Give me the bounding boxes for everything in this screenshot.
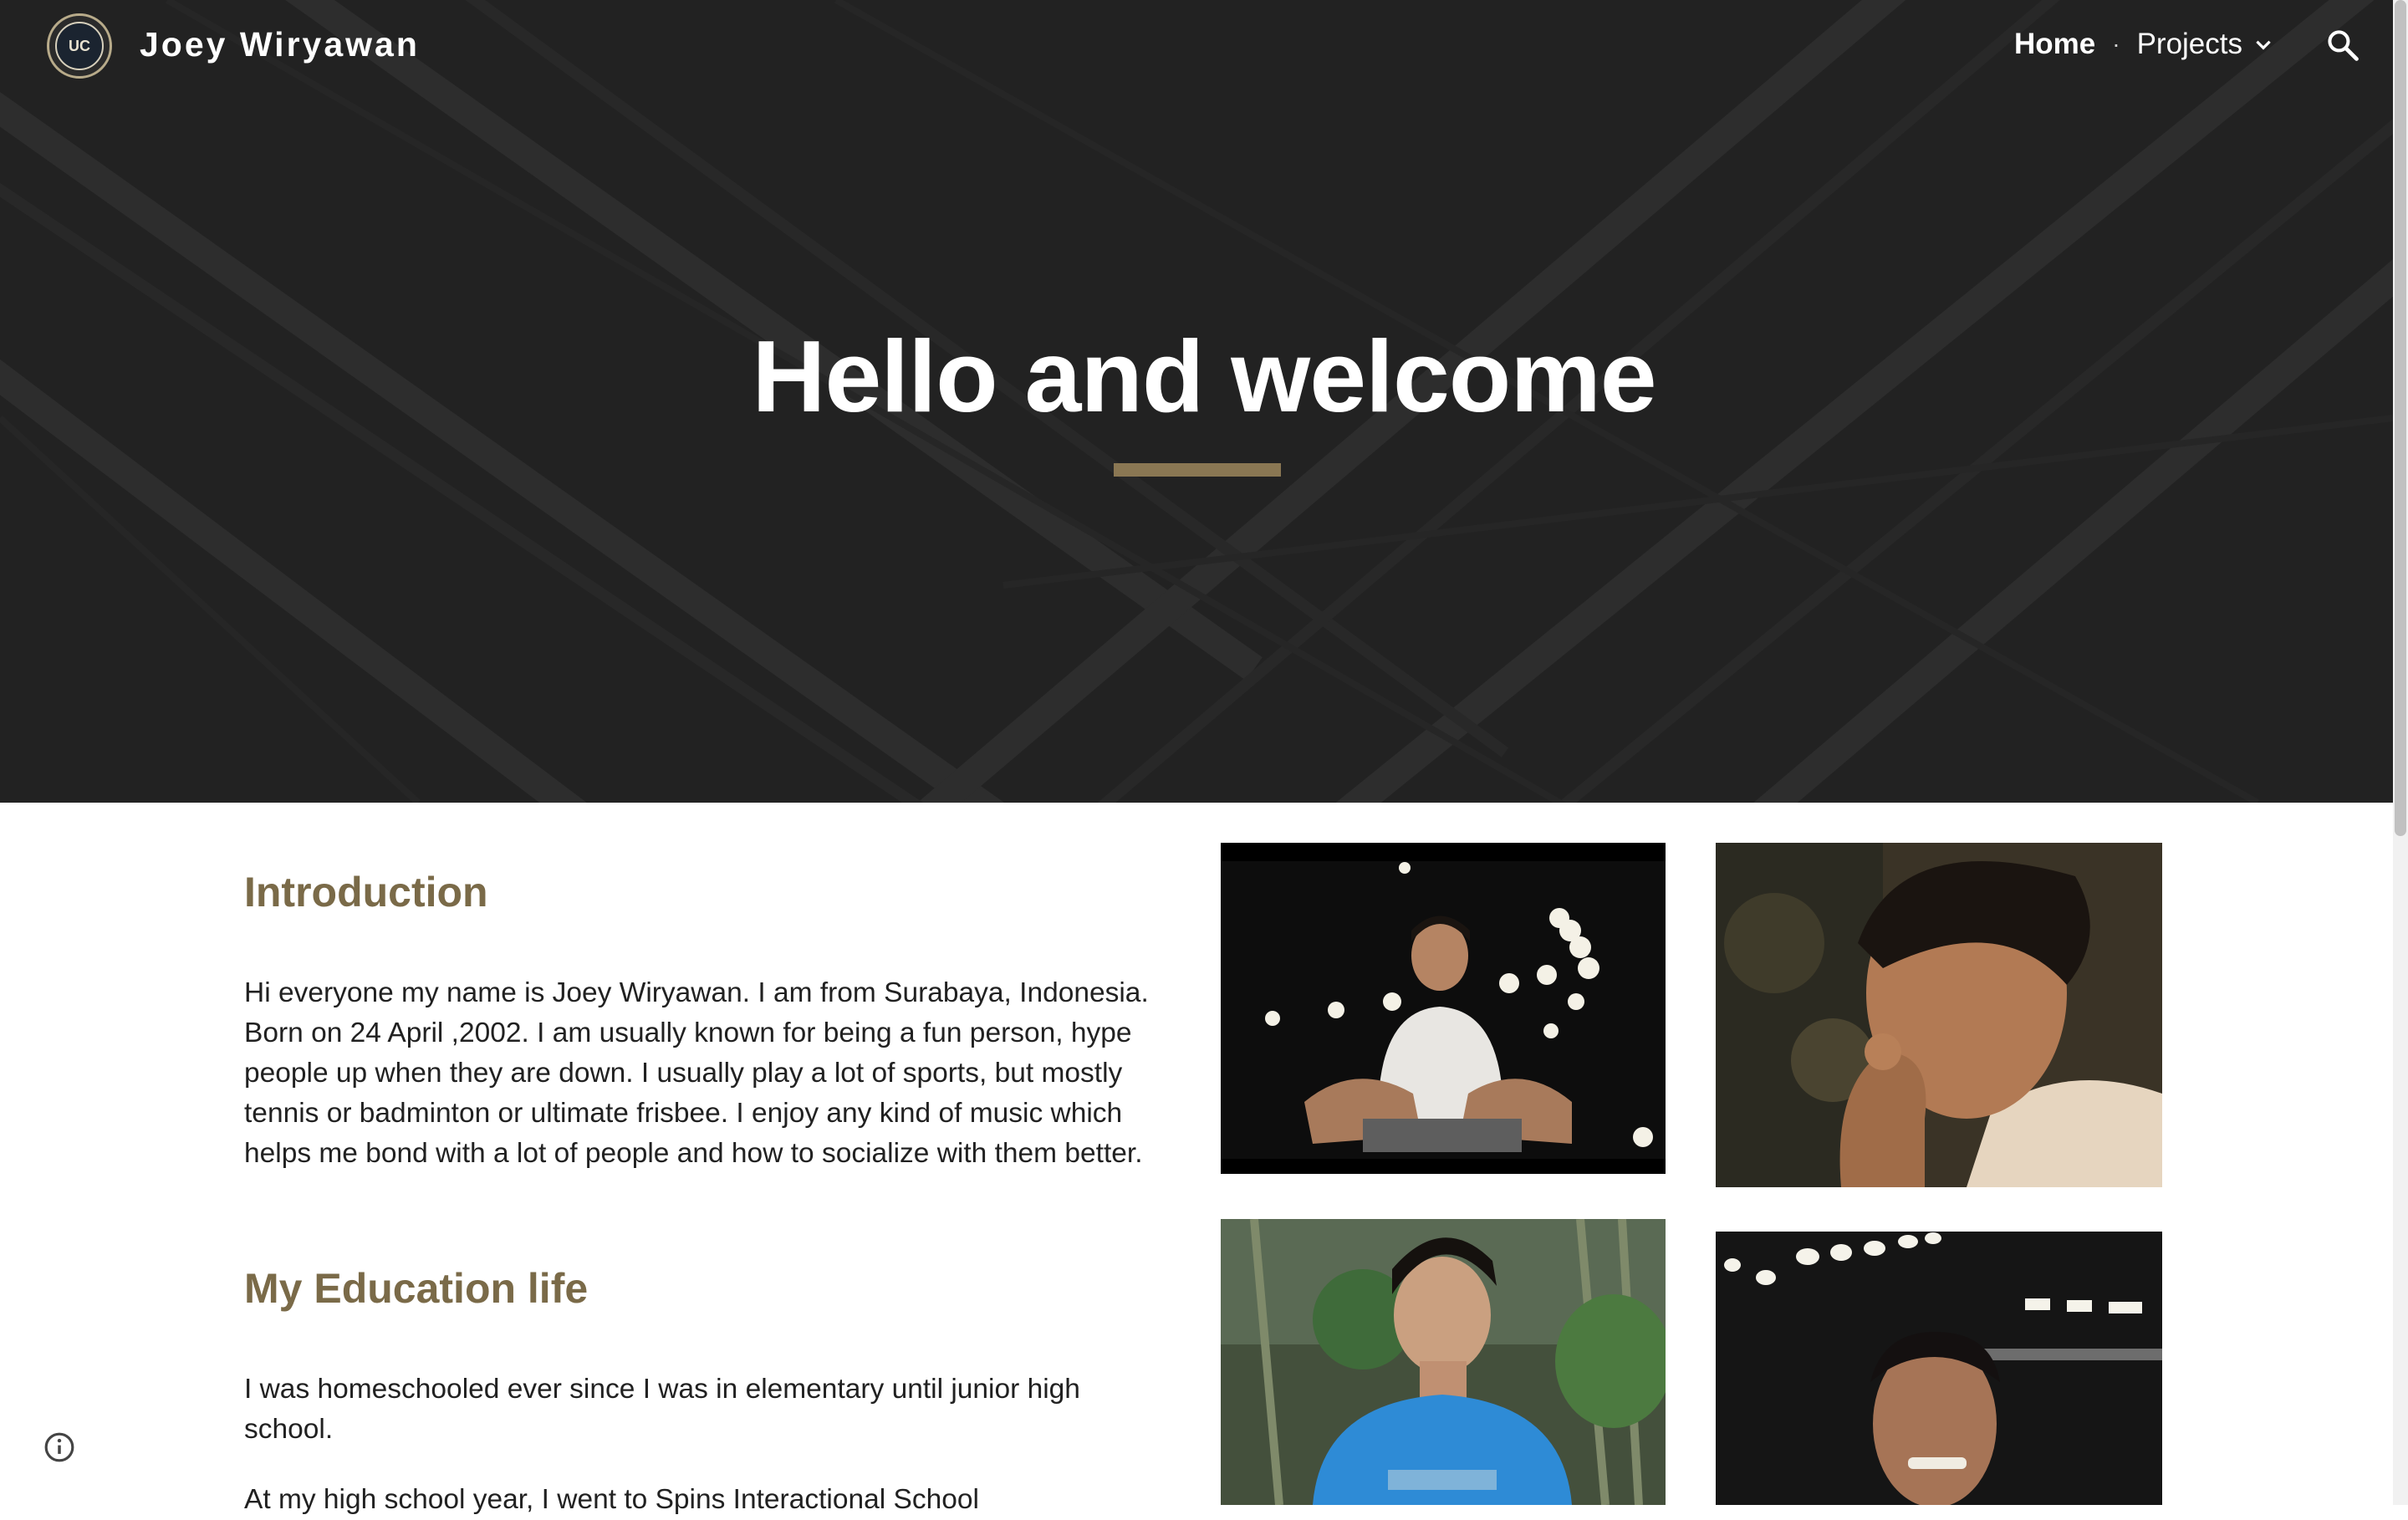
section-heading-education: My Education life bbox=[244, 1265, 589, 1312]
hero-banner: UC Joey Wiryawan Home · Projects Hello a… bbox=[0, 0, 2393, 803]
chevron-down-icon[interactable] bbox=[2252, 33, 2274, 55]
nav-item-home[interactable]: Home bbox=[2014, 28, 2095, 61]
logo-emblem: UC bbox=[55, 22, 104, 70]
hero-title: Hello and welcome bbox=[752, 319, 1656, 433]
nav-item-projects-label: Projects bbox=[2136, 28, 2242, 60]
info-icon[interactable] bbox=[43, 1431, 75, 1463]
site-logo[interactable]: UC bbox=[47, 13, 112, 79]
nav-item-projects[interactable]: Projects bbox=[2137, 28, 2274, 61]
photo-sitting-portrait[interactable] bbox=[1221, 843, 1666, 1174]
section-heading-introduction: Introduction bbox=[244, 869, 488, 916]
section-body-education-2: At my high school year, I went to Spins … bbox=[244, 1484, 979, 1515]
main-content: Introduction Hi everyone my name is Joey… bbox=[0, 803, 2393, 1515]
section-body-introduction: Hi everyone my name is Joey Wiryawan. I … bbox=[244, 977, 1149, 1169]
scrollbar-thumb[interactable] bbox=[2395, 0, 2406, 836]
main-nav: Home · Projects bbox=[2014, 28, 2274, 61]
top-navigation-bar: UC Joey Wiryawan Home · Projects bbox=[0, 0, 2393, 94]
nav-separator: · bbox=[2112, 31, 2120, 57]
search-icon[interactable] bbox=[2324, 27, 2361, 64]
photo-sitting-image bbox=[1221, 843, 1666, 1174]
photo-blue-shirt[interactable] bbox=[1221, 1219, 1666, 1505]
photo-closeup-image bbox=[1716, 843, 2162, 1187]
page-scrollbar[interactable] bbox=[2393, 0, 2408, 1505]
site-title[interactable]: Joey Wiryawan bbox=[140, 25, 420, 64]
photo-night-smile-image bbox=[1716, 1232, 2162, 1505]
photo-smiling-closeup[interactable] bbox=[1716, 843, 2162, 1187]
hero-title-underline bbox=[1114, 463, 1281, 477]
section-body-education: I was homeschooled ever since I was in e… bbox=[244, 1374, 1080, 1445]
photo-blue-shirt-image bbox=[1221, 1219, 1666, 1505]
photo-night-smile[interactable] bbox=[1716, 1232, 2162, 1505]
